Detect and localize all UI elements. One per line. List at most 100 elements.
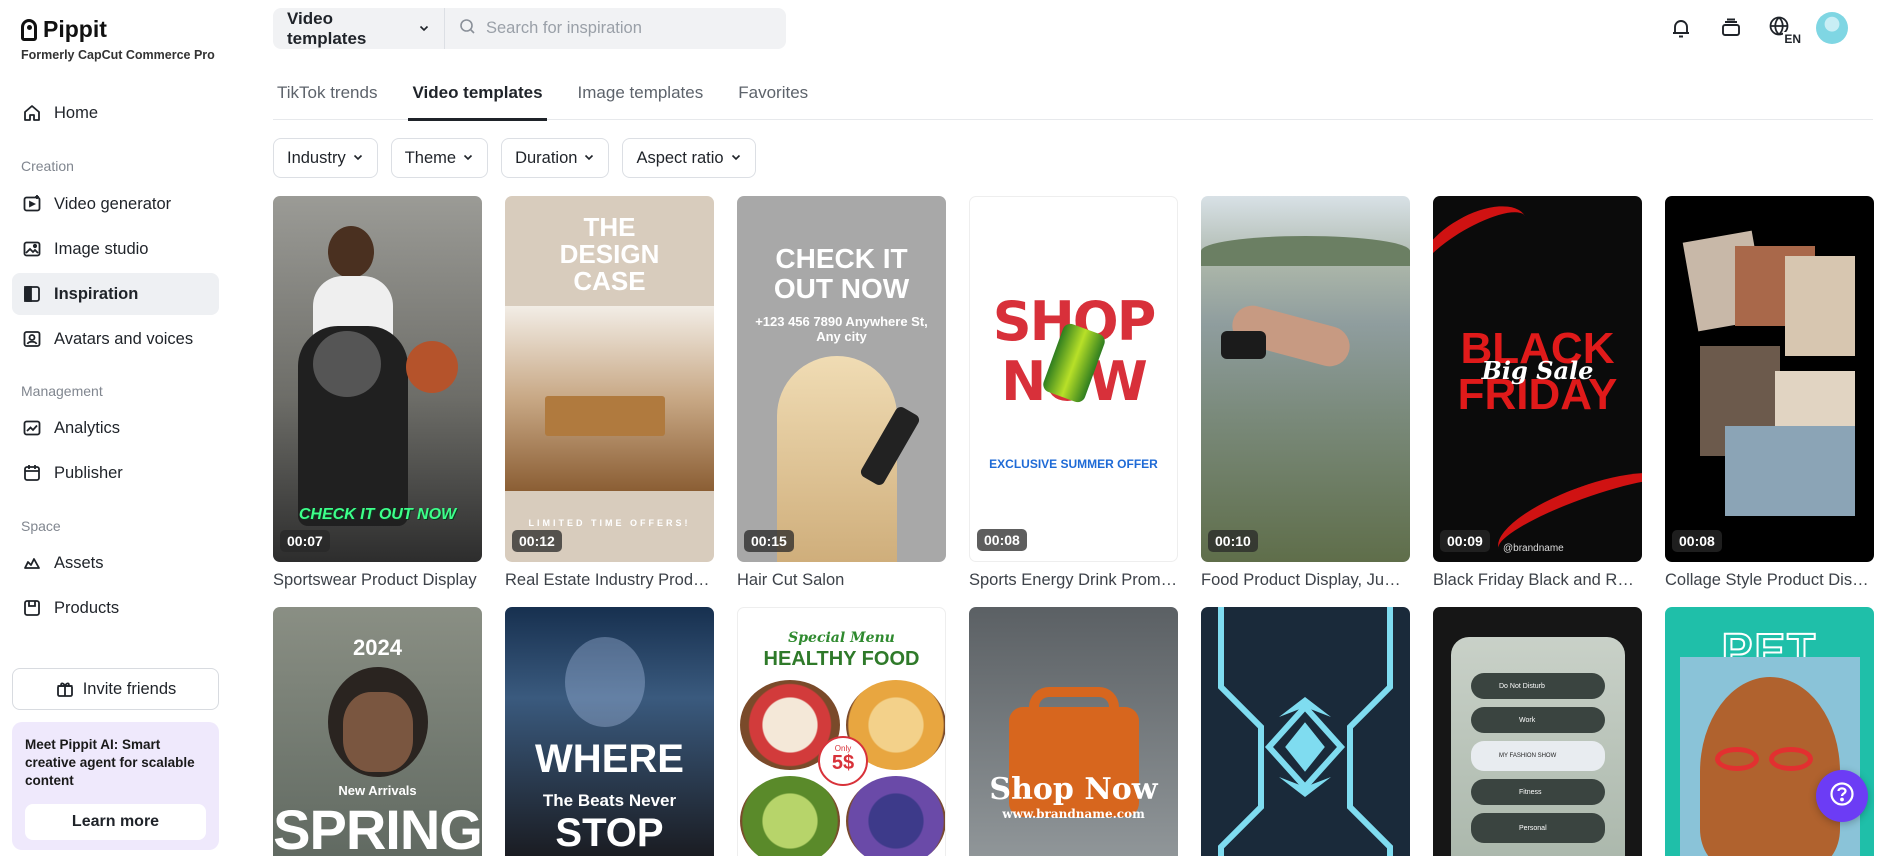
gift-icon bbox=[55, 679, 75, 699]
template-type-value: Video templates bbox=[287, 8, 367, 48]
duration-badge: 00:07 bbox=[280, 530, 330, 552]
image-edit-icon bbox=[22, 239, 42, 259]
thumbnail-overlay-text: WHERE bbox=[535, 737, 684, 781]
tab-favorites[interactable]: Favorites bbox=[734, 82, 812, 120]
template-card[interactable]: WHERE The Beats Never STOP bbox=[505, 607, 714, 856]
focus-mode-row: Work bbox=[1471, 707, 1605, 733]
sidebar-item-label: Publisher bbox=[54, 463, 123, 482]
sidebar-item-products[interactable]: Products bbox=[12, 587, 219, 629]
sidebar-item-assets[interactable]: Assets bbox=[12, 542, 219, 584]
template-card[interactable]: SHOP NOW EXCLUSIVE SUMMER OFFER 00:08 Sp… bbox=[969, 196, 1178, 590]
thumbnail-overlay-text: 2024 bbox=[353, 635, 402, 660]
thumbnail-overlay-bigtext: STOP bbox=[555, 811, 664, 855]
brand-subtitle: Formerly CapCut Commerce Pro bbox=[21, 48, 215, 62]
duration-badge: 00:08 bbox=[1672, 530, 1722, 552]
home-icon bbox=[22, 103, 42, 123]
help-icon bbox=[1829, 781, 1855, 812]
stack-icon[interactable] bbox=[1716, 13, 1746, 43]
price-badge-value: 5$ bbox=[831, 752, 855, 774]
geometric-pattern-graphic bbox=[1218, 607, 1393, 856]
search-bar: Video templates bbox=[273, 8, 786, 49]
duration-badge: 00:09 bbox=[1440, 530, 1490, 552]
sidebar-item-home[interactable]: Home bbox=[12, 92, 219, 134]
template-card[interactable]: CHECK IT OUT NOW +123 456 7890 Anywhere … bbox=[737, 196, 946, 590]
thumbnail-overlay-text: Shop Now bbox=[989, 772, 1158, 807]
sidebar-item-avatars-voices[interactable]: Avatars and voices bbox=[12, 318, 219, 360]
template-title: Collage Style Product Displ... bbox=[1665, 571, 1874, 589]
section-management: Management bbox=[21, 383, 103, 399]
help-button[interactable] bbox=[1816, 770, 1868, 822]
tab-tiktok-trends[interactable]: TikTok trends bbox=[273, 82, 381, 120]
chevron-down-icon bbox=[418, 19, 430, 39]
filter-theme[interactable]: Theme bbox=[390, 138, 489, 178]
learn-more-button[interactable]: Learn more bbox=[25, 804, 206, 840]
search-input[interactable] bbox=[486, 19, 786, 38]
template-card[interactable]: Shop Now www.brandname.com bbox=[969, 607, 1178, 856]
template-thumbnail[interactable]: CHECK IT OUT NOW 00:07 bbox=[273, 196, 482, 562]
tab-bar: TikTok trends Video templates Image temp… bbox=[273, 82, 1873, 121]
template-thumbnail[interactable]: THE DESIGN CASE LIMITED TIME OFFERS! 00:… bbox=[505, 196, 714, 562]
focus-mode-row-active: MY FASHION SHOW bbox=[1471, 741, 1605, 771]
sidebar-item-video-generator[interactable]: Video generator bbox=[12, 183, 219, 225]
chevron-down-icon bbox=[730, 149, 742, 168]
filter-label: Duration bbox=[515, 148, 578, 167]
tab-video-templates[interactable]: Video templates bbox=[408, 82, 547, 121]
thumbnail-overlay-bigtext: SPRING bbox=[273, 798, 482, 856]
template-thumbnail[interactable] bbox=[1201, 607, 1410, 856]
template-thumbnail[interactable]: Special Menu HEALTHY FOOD Only 5$ bbox=[737, 607, 946, 856]
promo-card: Meet Pippit AI: Smart creative agent for… bbox=[12, 722, 219, 850]
template-title: Sports Energy Drink Promo... bbox=[969, 571, 1178, 589]
template-thumbnail[interactable]: CHECK IT OUT NOW +123 456 7890 Anywhere … bbox=[737, 196, 946, 562]
invite-friends-label: Invite friends bbox=[82, 679, 177, 698]
chevron-down-icon bbox=[462, 149, 474, 168]
globe-language-icon[interactable]: EN bbox=[1766, 13, 1802, 46]
filter-aspect-ratio[interactable]: Aspect ratio bbox=[622, 138, 756, 178]
sidebar-item-label: Assets bbox=[54, 553, 104, 572]
price-badge: Only 5$ bbox=[818, 736, 868, 786]
template-thumbnail[interactable]: WHERE The Beats Never STOP bbox=[505, 607, 714, 856]
template-title: Food Product Display, Jum... bbox=[1201, 571, 1410, 589]
app: Pippit Formerly CapCut Commerce Pro Home… bbox=[0, 0, 1890, 856]
thumbnail-overlay-text: CHECK IT OUT NOW bbox=[298, 506, 457, 523]
logo[interactable]: Pippit bbox=[21, 16, 107, 43]
template-card[interactable]: Special Menu HEALTHY FOOD Only 5$ bbox=[737, 607, 946, 856]
template-card[interactable]: CHECK IT OUT NOW 00:07 Sportswear Produc… bbox=[273, 196, 482, 590]
product-box-icon bbox=[22, 598, 42, 618]
filter-industry[interactable]: Industry bbox=[273, 138, 378, 178]
duration-badge: 00:12 bbox=[512, 530, 562, 552]
user-avatar[interactable] bbox=[1816, 12, 1848, 44]
calendar-icon bbox=[22, 463, 42, 483]
template-card[interactable] bbox=[1201, 607, 1410, 856]
template-card[interactable]: 2024 New Arrivals SPRING bbox=[273, 607, 482, 856]
template-type-select[interactable]: Video templates bbox=[273, 8, 445, 49]
template-thumbnail[interactable]: Do Not Disturb Work MY FASHION SHOW Fitn… bbox=[1433, 607, 1642, 856]
sidebar-item-publisher[interactable]: Publisher bbox=[12, 452, 219, 494]
sidebar-item-analytics[interactable]: Analytics bbox=[12, 407, 219, 449]
template-thumbnail[interactable]: Shop Now www.brandname.com bbox=[969, 607, 1178, 856]
template-thumbnail[interactable]: 2024 New Arrivals SPRING bbox=[273, 607, 482, 856]
template-card[interactable]: Do Not Disturb Work MY FASHION SHOW Fitn… bbox=[1433, 607, 1642, 856]
tab-image-templates[interactable]: Image templates bbox=[574, 82, 708, 120]
template-title: Hair Cut Salon bbox=[737, 571, 845, 589]
template-card[interactable]: 00:10 Food Product Display, Jum... bbox=[1201, 196, 1410, 590]
template-thumbnail[interactable]: SHOP NOW EXCLUSIVE SUMMER OFFER 00:08 bbox=[969, 196, 1178, 562]
sidebar-item-label: Inspiration bbox=[54, 284, 139, 303]
template-card[interactable]: BLACK FRIDAY Big Sale @brandname 00:09 B… bbox=[1433, 196, 1642, 590]
filter-duration[interactable]: Duration bbox=[501, 138, 610, 178]
template-title: Sportswear Product Display bbox=[273, 571, 477, 589]
sidebar-item-image-studio[interactable]: Image studio bbox=[12, 228, 219, 270]
sidebar-item-label: Analytics bbox=[54, 418, 121, 437]
template-card[interactable]: 00:08 Collage Style Product Displ... bbox=[1665, 196, 1874, 590]
sidebar-item-label: Home bbox=[54, 103, 99, 122]
template-thumbnail[interactable]: 00:10 bbox=[1201, 196, 1410, 562]
bell-icon[interactable] bbox=[1666, 13, 1696, 43]
thumbnail-overlay-text: CHECK IT OUT NOW bbox=[773, 243, 910, 304]
template-thumbnail[interactable]: BLACK FRIDAY Big Sale @brandname 00:09 bbox=[1433, 196, 1642, 562]
invite-friends-button[interactable]: Invite friends bbox=[12, 668, 219, 710]
template-thumbnail[interactable]: 00:08 bbox=[1665, 196, 1874, 562]
filter-label: Theme bbox=[404, 148, 457, 167]
thumbnail-overlay-text: HEALTHY FOOD bbox=[763, 648, 920, 670]
sidebar-item-inspiration[interactable]: Inspiration bbox=[12, 273, 219, 315]
template-card[interactable]: THE DESIGN CASE LIMITED TIME OFFERS! 00:… bbox=[505, 196, 714, 590]
sidebar: Pippit Formerly CapCut Commerce Pro Home… bbox=[0, 0, 232, 856]
